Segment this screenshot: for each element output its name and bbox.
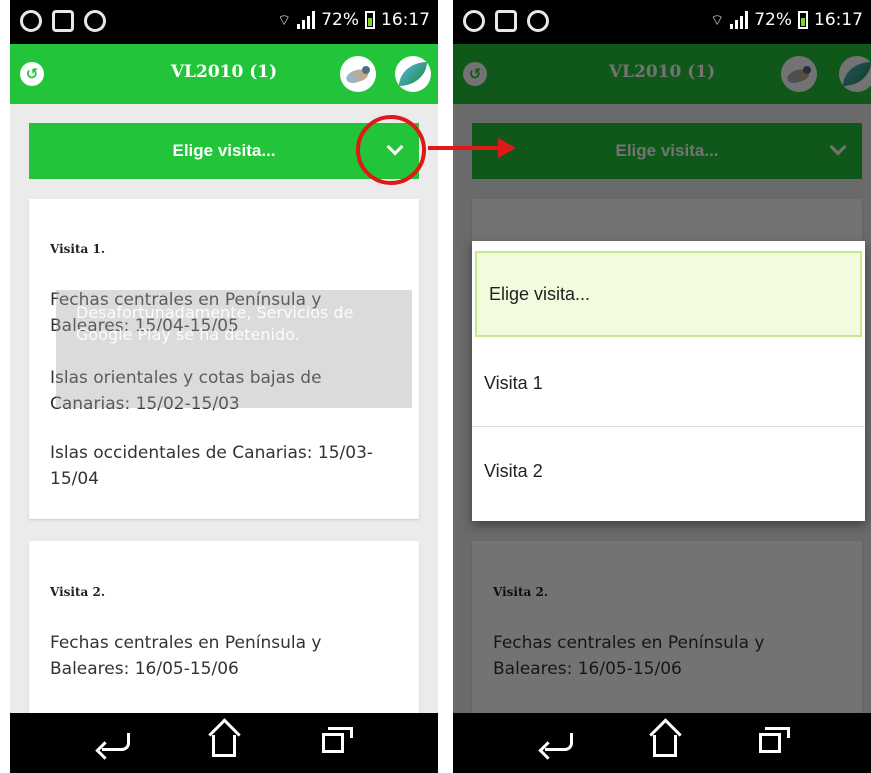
- dropdown-option[interactable]: Visita 2: [472, 427, 865, 515]
- bird-avatar-icon[interactable]: [340, 56, 376, 92]
- wifi-icon: ⌔: [277, 10, 292, 29]
- card-heading: Visita 2.: [50, 585, 105, 599]
- dropdown-option-selected[interactable]: Elige visita...: [475, 251, 862, 337]
- signal-icon: [297, 11, 316, 29]
- battery-icon: [798, 11, 808, 29]
- notification-icon: [463, 10, 485, 32]
- nav-home-icon[interactable]: [653, 735, 677, 757]
- battery-percent: 72%: [754, 10, 792, 30]
- clock: 16:17: [814, 10, 863, 30]
- navigation-bar: [10, 713, 438, 773]
- nav-home-icon[interactable]: [212, 735, 236, 757]
- nav-recent-icon[interactable]: [322, 727, 353, 753]
- status-bar: ⌔ 72% 16:17: [10, 0, 438, 44]
- visit-card-2: Visita 2. Fechas centrales en Península …: [29, 541, 419, 741]
- signal-icon: [730, 11, 749, 29]
- error-toast: Desafortunadamente, Servicios de Google …: [56, 290, 412, 408]
- notification-icon: [20, 10, 42, 32]
- phone-screen-left: ⌔ 72% 16:17 ↺ VL2010 (1) Elige visita...…: [10, 0, 438, 773]
- navigation-bar: [453, 713, 871, 773]
- app-bar: ↺ VL2010 (1): [10, 44, 438, 104]
- phone-screen-right: ⌔ 72% 16:17 ↺ VL2010 (1) Elige visita...…: [453, 0, 871, 773]
- visit-dropdown-dialog: Elige visita... Visita 1 Visita 2: [472, 241, 865, 521]
- card-heading: Visita 1.: [50, 242, 105, 256]
- battery-icon: [365, 11, 375, 29]
- annotation-circle: [356, 115, 426, 185]
- annotation-arrow: [428, 146, 502, 150]
- notification-icon: [527, 10, 549, 32]
- image-notification-icon: [495, 10, 517, 32]
- image-notification-icon: [52, 10, 74, 32]
- notification-icon: [84, 10, 106, 32]
- nav-back-icon[interactable]: [545, 733, 573, 751]
- annotation-arrowhead: [498, 138, 516, 158]
- battery-percent: 72%: [321, 10, 359, 30]
- visit-select-label: Elige visita...: [172, 141, 276, 160]
- leaf-avatar-icon[interactable]: [395, 56, 431, 92]
- nav-recent-icon[interactable]: [759, 727, 790, 753]
- wifi-icon: ⌔: [710, 10, 725, 29]
- nav-back-icon[interactable]: [102, 733, 130, 751]
- dropdown-option[interactable]: Visita 1: [472, 339, 865, 427]
- card-line: Islas occidentales de Canarias: 15/03-15…: [50, 443, 374, 489]
- clock: 16:17: [381, 10, 430, 30]
- card-line: Fechas centrales en Península y Baleares…: [50, 633, 322, 679]
- status-bar: ⌔ 72% 16:17: [453, 0, 871, 44]
